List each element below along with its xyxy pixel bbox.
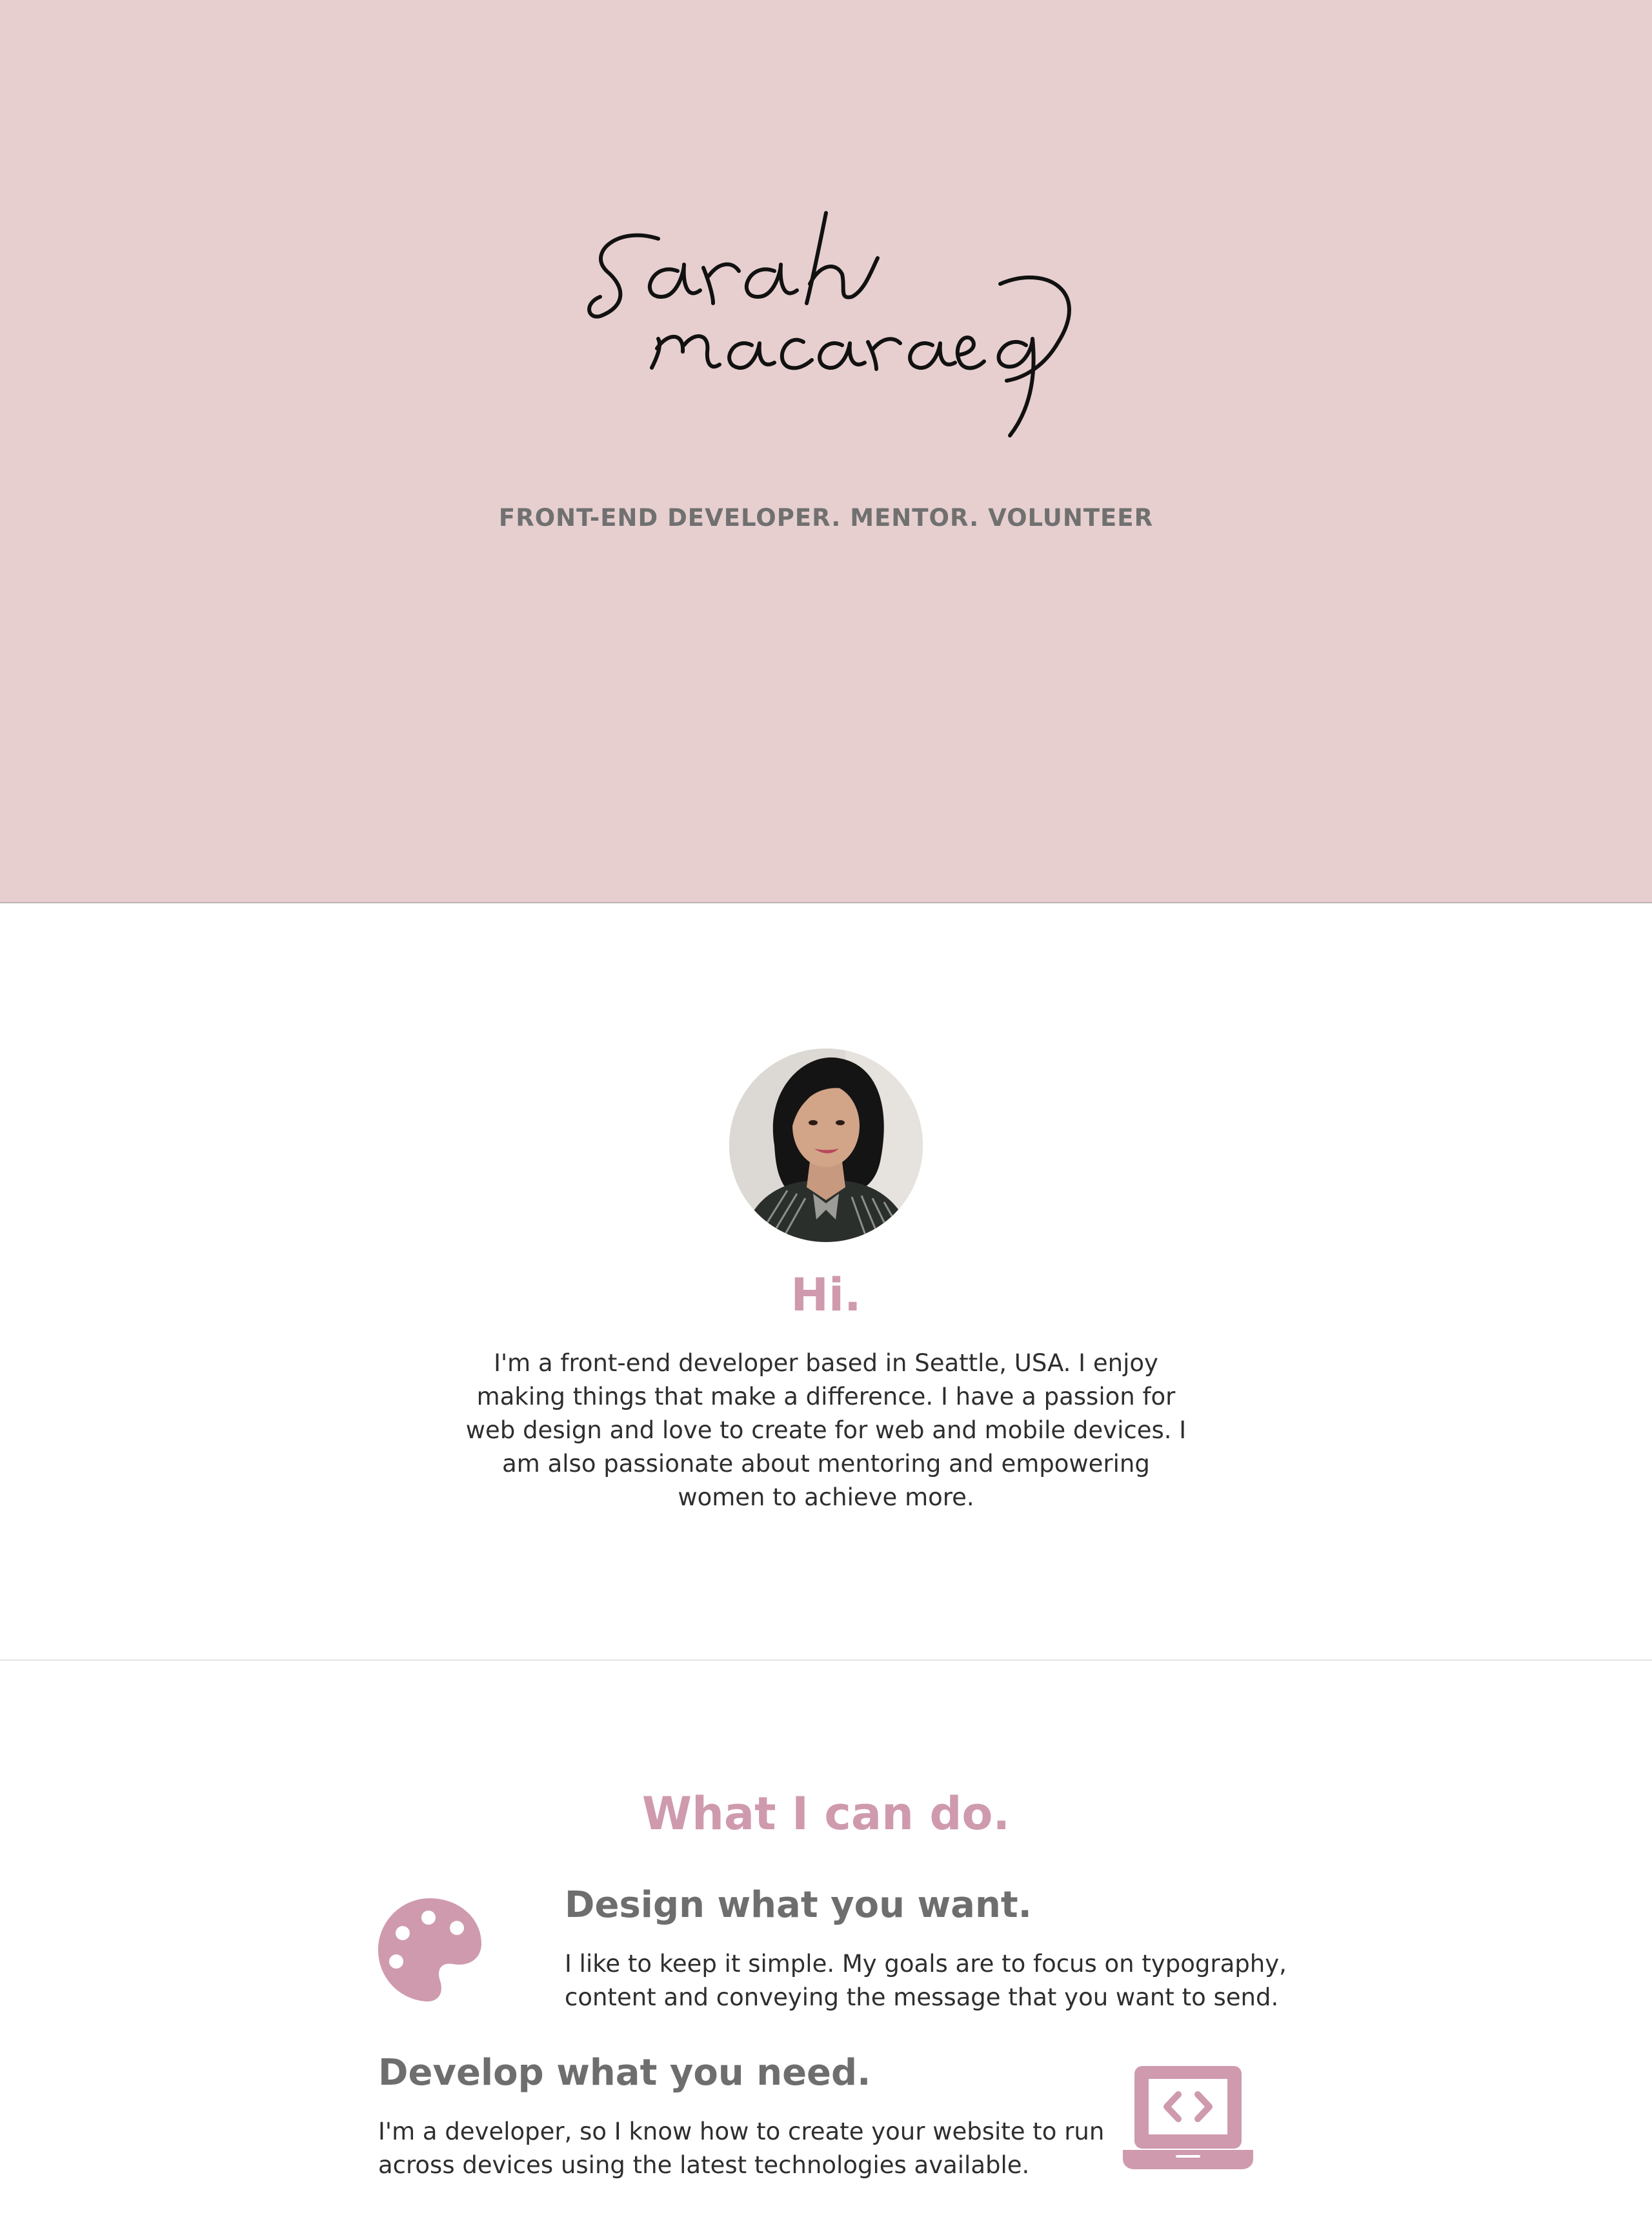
about-text: I'm a front-end developer based in Seatt…	[465, 1349, 1187, 1511]
hero-tagline: FRONT-END DEVELOPER. MENTOR. VOLUNTEER	[498, 504, 1154, 532]
about-title: Hi.	[791, 1269, 861, 1321]
avatar	[729, 1048, 923, 1242]
laptop-code-icon	[1123, 2065, 1253, 2171]
design-heading: Design what you want.	[565, 1884, 1032, 1926]
section-divider	[0, 1660, 1652, 1661]
develop-heading: Develop what you need.	[378, 2052, 871, 2094]
develop-text: I'm a developer, so I know how to create…	[378, 2118, 1105, 2179]
skills-title: What I can do.	[641, 1787, 1011, 1840]
hero-section: FRONT-END DEVELOPER. MENTOR. VOLUNTEER	[0, 0, 1652, 902]
section-divider	[0, 902, 1652, 903]
design-text: I like to keep it simple. My goals are t…	[565, 1950, 1287, 2011]
signature-logo	[581, 200, 1071, 445]
palette-icon	[377, 1897, 483, 2003]
